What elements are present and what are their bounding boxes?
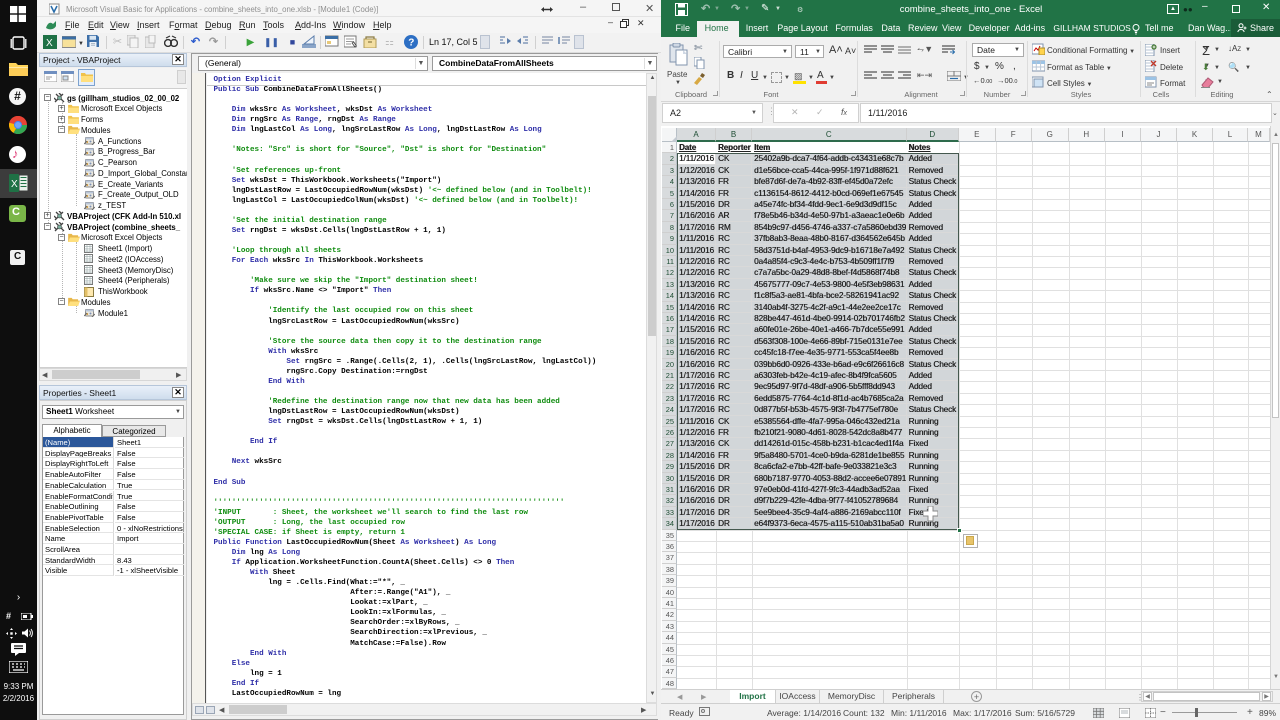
svg-text:X: X [11,179,18,190]
svg-text:X: X [46,38,53,49]
svg-text:?: ? [408,38,414,49]
